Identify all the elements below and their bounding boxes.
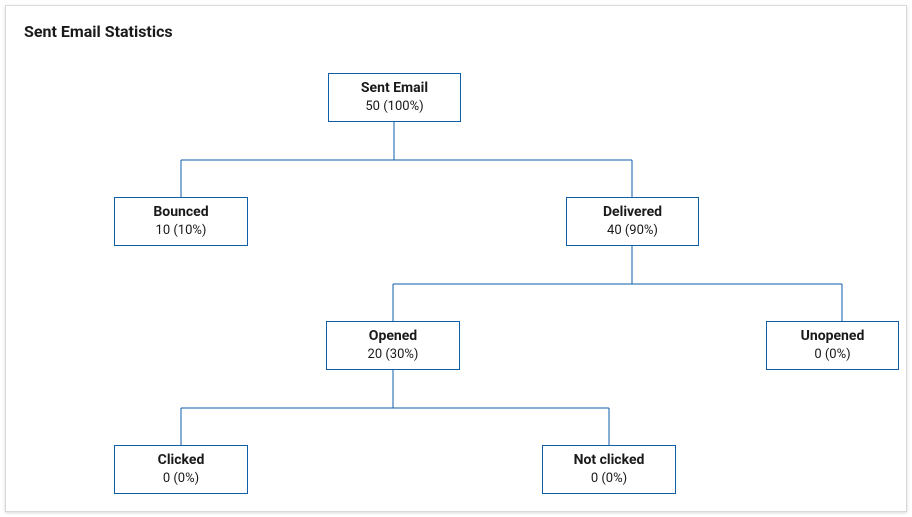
node-sent-email: Sent Email 50 (100%) [328,73,461,122]
node-value: 50 (100%) [365,99,423,116]
node-value: 40 (90%) [607,223,658,240]
node-label: Sent Email [361,79,428,97]
node-value: 10 (10%) [156,223,207,240]
node-value: 0 (0%) [814,347,850,364]
node-unopened: Unopened 0 (0%) [766,321,899,370]
node-value: 0 (0%) [163,471,199,488]
node-value: 0 (0%) [591,471,627,488]
sent-email-statistics-panel: Sent Email Statistics Sent Email 50 (100… [5,5,907,512]
node-label: Unopened [801,327,865,345]
node-label: Bounced [153,203,208,221]
node-clicked: Clicked 0 (0%) [114,445,248,494]
node-bounced: Bounced 10 (10%) [114,197,248,246]
node-label: Opened [369,327,417,345]
panel-title: Sent Email Statistics [24,22,173,41]
node-opened: Opened 20 (30%) [326,321,460,370]
node-label: Not clicked [574,451,645,469]
node-label: Delivered [603,203,662,221]
node-not-clicked: Not clicked 0 (0%) [542,445,676,494]
node-value: 20 (30%) [368,347,419,364]
node-label: Clicked [158,451,205,469]
node-delivered: Delivered 40 (90%) [566,197,699,246]
